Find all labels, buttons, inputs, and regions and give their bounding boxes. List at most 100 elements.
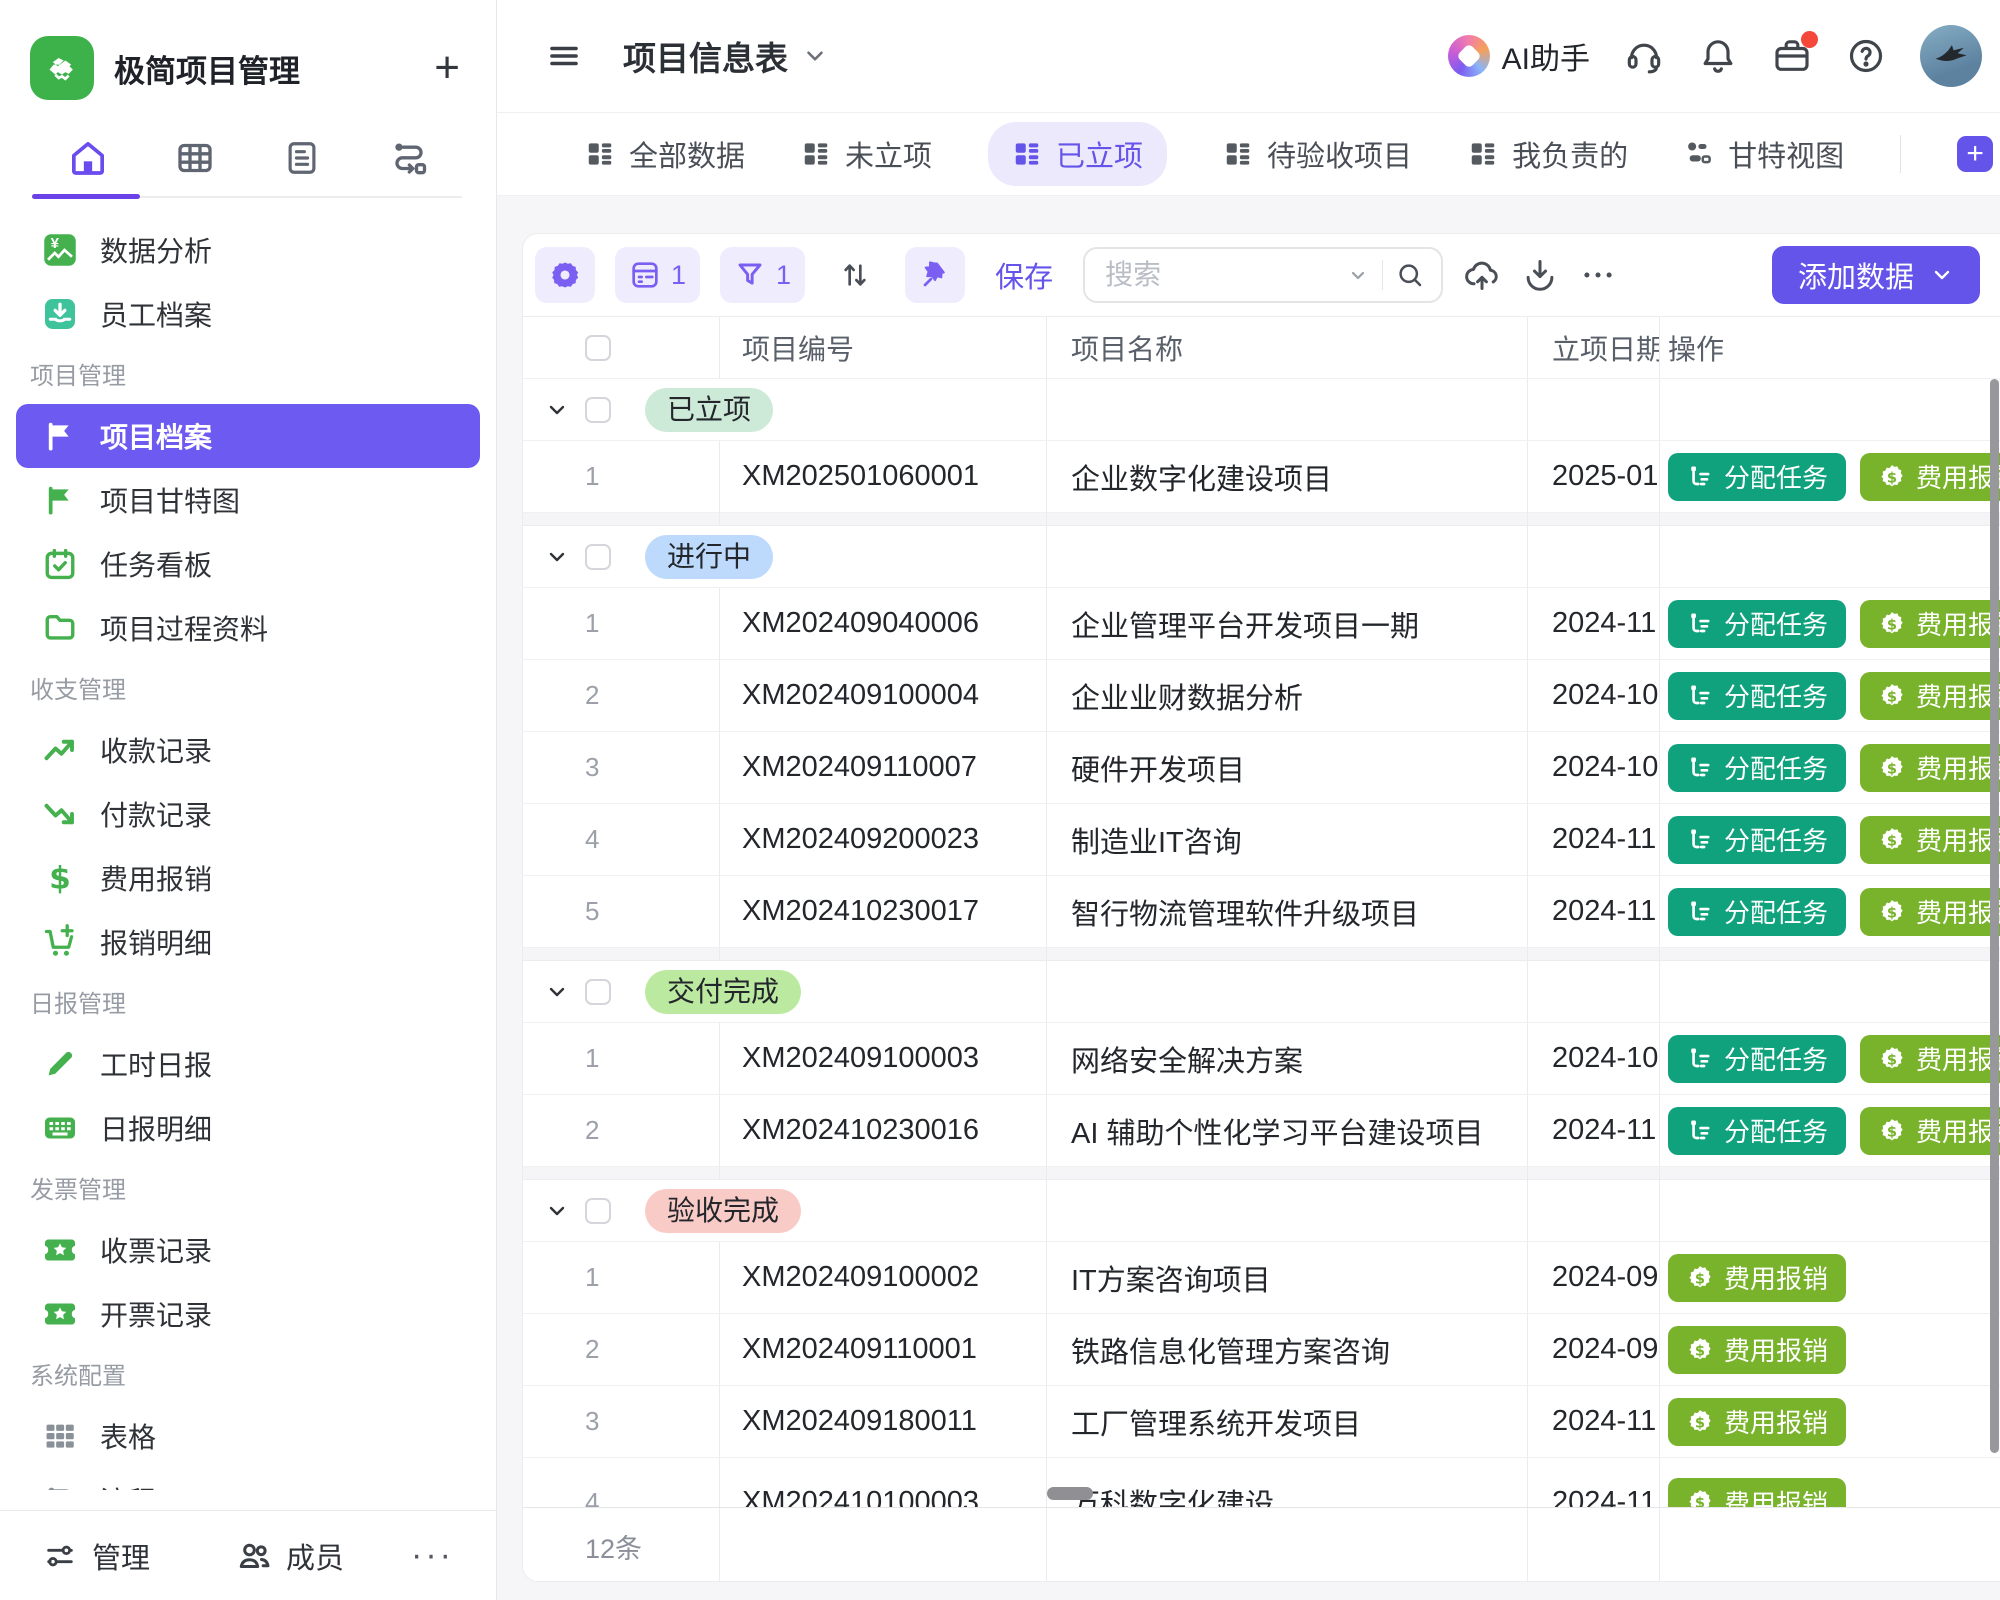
select-all-checkbox[interactable]: [585, 335, 611, 361]
sidebar-item[interactable]: 付款记录: [16, 782, 480, 846]
sidebar-item[interactable]: 开票记录: [16, 1282, 480, 1346]
sidebar-item[interactable]: 项目过程资料: [16, 596, 480, 660]
sidebar-item[interactable]: 员工档案: [16, 282, 480, 346]
group-checkbox[interactable]: [585, 1198, 611, 1224]
create-view-button[interactable]: + 创建视图: [1957, 133, 2000, 175]
expense-claim-button[interactable]: $费用报销: [1860, 816, 2000, 864]
title-chevron-down-icon[interactable]: [802, 43, 828, 69]
sidebar-item[interactable]: 表格: [16, 1404, 480, 1468]
assign-task-button[interactable]: 分配任务: [1668, 888, 1846, 936]
user-avatar[interactable]: [1920, 25, 1982, 87]
view-tab[interactable]: 未立项: [801, 133, 932, 175]
help-icon[interactable]: [1846, 36, 1886, 76]
table-row[interactable]: 1XM202409040006企业管理平台开发项目一期2024-11分配任务$费…: [523, 588, 2000, 660]
group-checkbox[interactable]: [585, 979, 611, 1005]
group-checkbox[interactable]: [585, 397, 611, 423]
expense-claim-button[interactable]: $费用报销: [1668, 1254, 1846, 1302]
table-row[interactable]: 4XM202410100003万科数字化建设2024-11$费用报销: [523, 1458, 2000, 1507]
table-row[interactable]: 1XM202501060001企业数字化建设项目2025-01分配任务$费用报销: [523, 441, 2000, 513]
table-row[interactable]: 2XM202409110001铁路信息化管理方案咨询2024-09$费用报销: [523, 1314, 2000, 1386]
sidebar-item[interactable]: 工时日报: [16, 1032, 480, 1096]
sidebar-item[interactable]: 任务看板: [16, 532, 480, 596]
assign-task-button[interactable]: 分配任务: [1668, 600, 1846, 648]
expense-claim-button[interactable]: $费用报销: [1860, 888, 2000, 936]
view-tab[interactable]: 已立项: [988, 122, 1167, 186]
cloud-upload-icon[interactable]: [1463, 256, 1501, 294]
expense-claim-button[interactable]: $费用报销: [1668, 1478, 1846, 1507]
group-collapse-chevron-icon[interactable]: [545, 980, 569, 1004]
horizontal-scrollbar[interactable]: [1047, 1487, 1093, 1500]
search-chevron-down-icon[interactable]: [1346, 263, 1370, 287]
sidebar-item[interactable]: 收票记录: [16, 1218, 480, 1282]
sidebar-item[interactable]: 日报明细: [16, 1096, 480, 1160]
group-checkbox[interactable]: [585, 544, 611, 570]
members-button[interactable]: 成员: [236, 1535, 344, 1577]
group-collapse-chevron-icon[interactable]: [545, 545, 569, 569]
group-title-cell: 交付完成: [523, 961, 1047, 1022]
add-workspace-button[interactable]: +: [434, 46, 460, 90]
field-config-button[interactable]: 1: [615, 247, 700, 303]
sidebar-item[interactable]: 流程: [16, 1468, 480, 1490]
table-row[interactable]: 2XM202410230016AI 辅助个性化学习平台建设项目2024-11分配…: [523, 1095, 2000, 1167]
expense-claim-button[interactable]: $费用报销: [1668, 1326, 1846, 1374]
group-collapse-chevron-icon[interactable]: [545, 398, 569, 422]
group-collapse-chevron-icon[interactable]: [545, 1199, 569, 1223]
table-row[interactable]: 3XM202409110007硬件开发项目2024-10分配任务$费用报销: [523, 732, 2000, 804]
view-tab[interactable]: 甘特视图: [1684, 133, 1844, 175]
table-row[interactable]: 3XM202409180011工厂管理系统开发项目2024-11$费用报销: [523, 1386, 2000, 1458]
table-grid-icon[interactable]: [172, 135, 218, 181]
table-row[interactable]: 2XM202409100004企业业财数据分析2024-10分配任务$费用报销: [523, 660, 2000, 732]
column-header[interactable]: 立项日期: [1528, 317, 1660, 378]
search-input[interactable]: [1105, 259, 1334, 291]
table-row[interactable]: 4XM202409200023制造业IT咨询2024-11分配任务$费用报销: [523, 804, 2000, 876]
expense-claim-button[interactable]: $费用报销: [1860, 453, 2000, 501]
assign-task-button[interactable]: 分配任务: [1668, 453, 1846, 501]
briefcase-icon[interactable]: [1772, 36, 1812, 76]
assign-task-button[interactable]: 分配任务: [1668, 816, 1846, 864]
search-icon[interactable]: [1395, 260, 1425, 290]
download-icon[interactable]: [1521, 256, 1559, 294]
expense-claim-button[interactable]: $费用报销: [1860, 672, 2000, 720]
assign-task-button[interactable]: 分配任务: [1668, 744, 1846, 792]
column-header[interactable]: 项目编号: [720, 317, 1047, 378]
add-data-button[interactable]: 添加数据: [1772, 246, 1980, 304]
workflow-icon[interactable]: [386, 135, 432, 181]
pin-button[interactable]: [905, 247, 965, 303]
notifications-bell-icon[interactable]: [1698, 36, 1738, 76]
sidebar-item[interactable]: $费用报销: [16, 846, 480, 910]
manage-button[interactable]: 管理: [42, 1535, 150, 1577]
column-header[interactable]: 项目名称: [1047, 317, 1528, 378]
assign-task-button[interactable]: 分配任务: [1668, 1035, 1846, 1083]
settings-gear-button[interactable]: [535, 247, 595, 303]
sidebar-more-button[interactable]: ···: [411, 1536, 454, 1575]
save-button[interactable]: 保存: [995, 254, 1053, 296]
assign-task-button[interactable]: 分配任务: [1668, 672, 1846, 720]
view-tab[interactable]: 待验收项目: [1223, 133, 1412, 175]
table-row[interactable]: 1XM202409100002IT方案咨询项目2024-09$费用报销: [523, 1242, 2000, 1314]
more-options-icon[interactable]: [1579, 256, 1617, 294]
sidebar-item[interactable]: 报销明细: [16, 910, 480, 974]
home-icon[interactable]: [65, 135, 111, 181]
expense-claim-button[interactable]: $费用报销: [1860, 1035, 2000, 1083]
sidebar-item[interactable]: 项目档案: [16, 404, 480, 468]
sidebar-item[interactable]: ¥数据分析: [16, 218, 480, 282]
table-row[interactable]: 5XM202410230017智行物流管理软件升级项目2024-11分配任务$费…: [523, 876, 2000, 948]
view-tab[interactable]: 全部数据: [585, 133, 745, 175]
document-icon[interactable]: [279, 135, 325, 181]
view-tab[interactable]: 我负责的: [1468, 133, 1628, 175]
ai-assistant-button[interactable]: AI助手: [1448, 34, 1590, 78]
hamburger-menu-icon[interactable]: [545, 37, 583, 75]
expense-claim-button[interactable]: $费用报销: [1668, 1398, 1846, 1446]
vertical-scrollbar[interactable]: [1990, 379, 1999, 1453]
filter-button[interactable]: 1: [720, 247, 805, 303]
column-header[interactable]: 操作: [1660, 317, 2000, 378]
headset-support-icon[interactable]: [1624, 36, 1664, 76]
expense-claim-button[interactable]: $费用报销: [1860, 600, 2000, 648]
table-row[interactable]: 1XM202409100003网络安全解决方案2024-10分配任务$费用报销: [523, 1023, 2000, 1095]
sidebar-item[interactable]: 项目甘特图: [16, 468, 480, 532]
assign-task-button[interactable]: 分配任务: [1668, 1107, 1846, 1155]
sidebar-item[interactable]: 收款记录: [16, 718, 480, 782]
expense-claim-button[interactable]: $费用报销: [1860, 1107, 2000, 1155]
sort-button[interactable]: [825, 247, 885, 303]
expense-claim-button[interactable]: $费用报销: [1860, 744, 2000, 792]
